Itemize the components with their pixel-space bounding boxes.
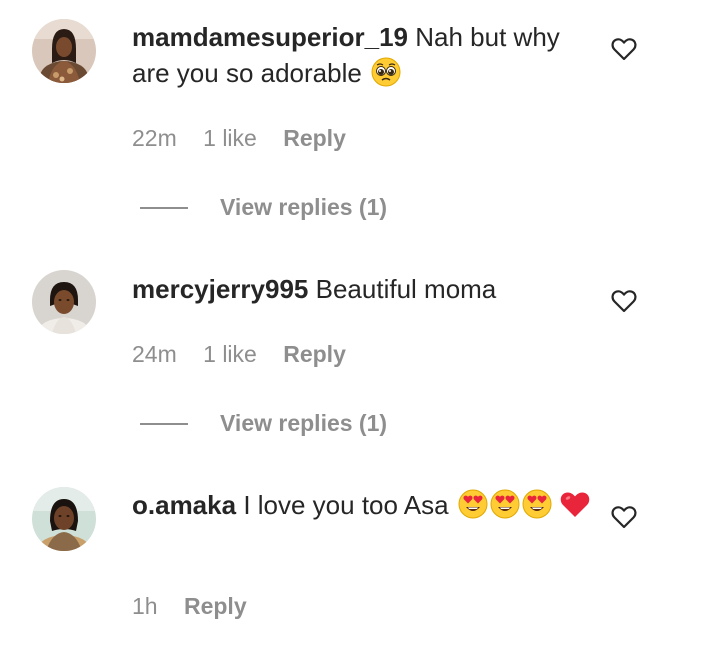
comment-message: Beautiful moma: [315, 274, 497, 304]
comment-meta: 22m 1 like Reply: [132, 124, 366, 152]
pleading-face-emoji-icon: [371, 57, 401, 87]
comment-timestamp: 1h: [132, 593, 158, 619]
comment-timestamp: 22m: [132, 125, 177, 151]
reply-button[interactable]: Reply: [283, 125, 346, 151]
like-comment-button[interactable]: [611, 37, 637, 61]
comment-username[interactable]: mercyjerry995: [132, 274, 308, 304]
comment-message: I love you too Asa: [243, 490, 449, 520]
heart-outline-icon: [611, 290, 637, 313]
heart-eyes-emoji-icon: [522, 489, 552, 519]
reply-button[interactable]: Reply: [283, 341, 346, 367]
heart-outline-icon: [611, 38, 637, 61]
comment-item: mamdamesuperior_19 Nah but why are you s…: [0, 0, 720, 240]
view-replies-button[interactable]: View replies (1): [220, 409, 387, 437]
avatar[interactable]: [32, 270, 96, 334]
like-comment-button[interactable]: [611, 505, 637, 529]
comment-username[interactable]: mamdamesuperior_19: [132, 22, 408, 52]
heart-outline-icon: [611, 506, 637, 529]
replies-divider-line: [140, 207, 188, 209]
heart-eyes-emoji-icon: [490, 489, 520, 519]
comment-text: mamdamesuperior_19 Nah but why are you s…: [132, 19, 592, 91]
comment-text: o.amaka I love you too Asa: [132, 487, 592, 523]
avatar[interactable]: [32, 19, 96, 83]
like-comment-button[interactable]: [611, 289, 637, 313]
heart-eyes-emoji-icon: [458, 489, 488, 519]
reply-button[interactable]: Reply: [184, 593, 247, 619]
replies-divider-line: [140, 423, 188, 425]
view-replies-button[interactable]: View replies (1): [220, 193, 387, 221]
comment-timestamp: 24m: [132, 341, 177, 367]
red-heart-emoji-icon: [559, 489, 591, 519]
comment-like-count[interactable]: 1 like: [203, 125, 257, 151]
comment-meta: 1h Reply: [132, 592, 267, 620]
comment-text: mercyjerry995 Beautiful moma: [132, 271, 592, 307]
comment-username[interactable]: o.amaka: [132, 490, 236, 520]
view-replies-row: View replies (1): [140, 193, 440, 223]
comment-like-count[interactable]: 1 like: [203, 341, 257, 367]
avatar[interactable]: [32, 487, 96, 551]
view-replies-row: View replies (1): [140, 409, 440, 439]
comment-meta: 24m 1 like Reply: [132, 340, 366, 368]
